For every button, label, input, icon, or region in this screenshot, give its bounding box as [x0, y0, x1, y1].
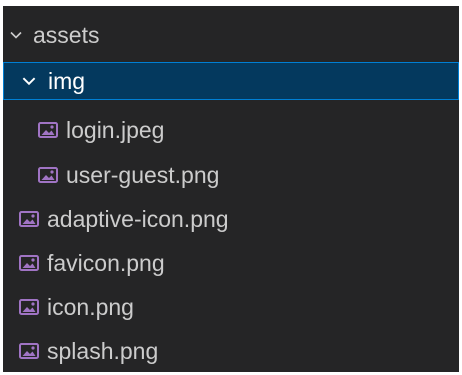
file-login-jpeg[interactable]: login.jpeg	[3, 111, 459, 149]
folder-img[interactable]: img	[3, 62, 459, 100]
file-explorer-tree: assets img login.jpeg user-guest.png ada…	[3, 6, 459, 372]
file-splash-png[interactable]: splash.png	[3, 332, 459, 370]
image-file-icon	[19, 210, 39, 228]
chevron-down-icon[interactable]	[5, 24, 27, 46]
file-user-guest-png-label: user-guest.png	[66, 162, 220, 188]
file-splash-png-label: splash.png	[47, 338, 159, 364]
folder-assets-label: assets	[33, 22, 100, 48]
chevron-down-icon[interactable]	[18, 70, 40, 92]
folder-assets[interactable]: assets	[3, 16, 459, 54]
file-adaptive-icon-png-label: adaptive-icon.png	[47, 206, 229, 232]
image-file-icon	[38, 121, 58, 139]
file-favicon-png-label: favicon.png	[47, 250, 165, 276]
image-file-icon	[19, 342, 39, 360]
file-login-jpeg-label: login.jpeg	[66, 117, 165, 143]
image-file-icon	[19, 254, 39, 272]
file-user-guest-png[interactable]: user-guest.png	[3, 156, 459, 194]
image-file-icon	[38, 166, 58, 184]
file-icon-png[interactable]: icon.png	[3, 288, 459, 326]
folder-img-label: img	[48, 68, 86, 94]
file-adaptive-icon-png[interactable]: adaptive-icon.png	[3, 200, 459, 238]
file-favicon-png[interactable]: favicon.png	[3, 244, 459, 282]
image-file-icon	[19, 298, 39, 316]
file-icon-png-label: icon.png	[47, 294, 134, 320]
